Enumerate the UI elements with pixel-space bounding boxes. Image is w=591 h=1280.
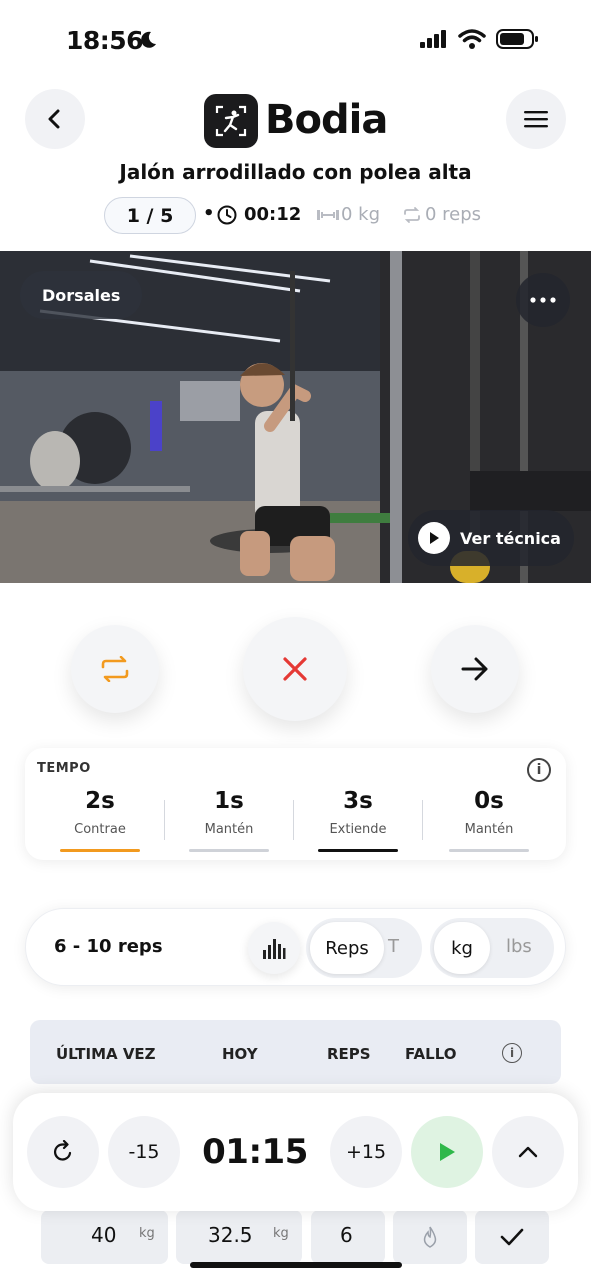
tempo-label: Extiende [329, 822, 387, 837]
mode-toggle[interactable]: Reps T [306, 918, 422, 978]
close-icon [283, 657, 307, 681]
more-options-button[interactable] [516, 273, 570, 327]
tempo-divider [164, 800, 165, 840]
tempo-phase-contract[interactable]: 2s Contrae [40, 788, 160, 837]
weight-total: 0 kg [341, 204, 381, 225]
mode-option-time[interactable]: T [388, 936, 399, 957]
bodia-logo-icon [204, 94, 258, 148]
status-time: 18:56 [66, 26, 144, 55]
tempo-value: 3s [343, 788, 373, 814]
tempo-divider [293, 800, 294, 840]
plus-15-button[interactable]: +15 [330, 1116, 402, 1188]
view-technique-label: Ver técnica [460, 528, 561, 548]
exercise-title: Jalón arrodillado con polea alta [119, 160, 472, 184]
today-weight-input[interactable]: 32.5 kg [176, 1210, 302, 1264]
hamburger-icon [524, 111, 548, 128]
repeat-small-icon [404, 207, 420, 223]
last-weight-cell: 40 kg [41, 1210, 168, 1264]
reps-value: 6 [340, 1223, 353, 1247]
expand-timer-button[interactable] [492, 1116, 564, 1188]
tempo-phase-hold-1[interactable]: 1s Mantén [169, 788, 289, 837]
tempo-value: 0s [474, 788, 504, 814]
menu-button[interactable] [506, 89, 566, 149]
tempo-value: 2s [85, 788, 115, 814]
tempo-label: Mantén [204, 822, 254, 837]
tempo-indicator-hold-1 [189, 849, 269, 852]
today-weight-value: 32.5 [208, 1223, 253, 1247]
muscle-tag[interactable]: Dorsales [20, 271, 143, 319]
back-button[interactable] [25, 89, 85, 149]
chevron-up-icon [518, 1146, 538, 1158]
table-info-icon[interactable]: i [502, 1043, 522, 1063]
col-header-fail: FALLO [405, 1045, 457, 1063]
meta-separator: • [203, 203, 215, 224]
exercise-video[interactable]: Dorsales Ver técnica [0, 251, 591, 583]
unit-option-lbs[interactable]: lbs [506, 936, 532, 957]
minus-15-button[interactable]: -15 [108, 1116, 180, 1188]
elapsed-time: 00:12 [244, 204, 302, 225]
view-technique-button[interactable]: Ver técnica [408, 510, 574, 566]
last-weight-unit: kg [139, 1226, 155, 1241]
bar-chart-icon [263, 939, 286, 959]
last-weight-value: 40 [91, 1223, 117, 1247]
home-indicator [190, 1262, 402, 1268]
reps-total: 0 reps [425, 204, 482, 225]
battery-icon [496, 29, 538, 49]
next-exercise-button[interactable] [431, 625, 519, 713]
reset-timer-button[interactable] [27, 1116, 99, 1188]
tempo-phase-hold-2[interactable]: 0s Mantén [429, 788, 549, 837]
tempo-value: 1s [214, 788, 244, 814]
clock-icon [217, 205, 237, 225]
tempo-divider [422, 800, 423, 840]
moon-icon [141, 31, 156, 48]
refresh-icon [54, 1140, 72, 1161]
tempo-label: Contrae [74, 822, 126, 837]
swap-icon [101, 656, 129, 682]
unit-toggle[interactable]: kg lbs [430, 918, 554, 978]
tempo-phase-extend[interactable]: 3s Extiende [298, 788, 418, 837]
today-weight-unit: kg [273, 1226, 289, 1241]
play-icon [440, 1143, 455, 1161]
reps-input[interactable]: 6 [311, 1210, 385, 1264]
tempo-indicator-hold-2 [449, 849, 529, 852]
tempo-title: TEMPO [37, 761, 91, 776]
rest-timer-display: 01:15 [202, 1132, 308, 1172]
signal-icon [420, 30, 446, 48]
col-header-last: ÚLTIMA VEZ [56, 1045, 156, 1063]
chevron-left-icon [48, 109, 60, 129]
stats-button[interactable] [248, 922, 300, 974]
ellipsis-icon [530, 297, 556, 303]
tempo-info-icon[interactable]: i [527, 758, 551, 782]
set-counter-badge[interactable]: 1 / 5 [104, 197, 196, 234]
unit-option-kg[interactable]: kg [434, 922, 490, 974]
failure-toggle[interactable] [393, 1210, 467, 1264]
col-header-reps: REPS [327, 1045, 371, 1063]
start-timer-button[interactable] [411, 1116, 483, 1188]
tempo-indicator-extend [318, 849, 398, 852]
dumbbell-icon [317, 210, 339, 220]
tempo-label: Mantén [464, 822, 514, 837]
wifi-icon [458, 29, 486, 49]
play-circle-icon [418, 522, 450, 554]
rep-range: 6 - 10 reps [54, 936, 163, 957]
swap-exercise-button[interactable] [71, 625, 159, 713]
app-title: Bodia [265, 97, 388, 143]
complete-set-button[interactable] [475, 1210, 549, 1264]
arrow-right-icon [461, 657, 488, 681]
flame-icon [423, 1226, 437, 1248]
tempo-indicator-contract [60, 849, 140, 852]
mode-option-reps[interactable]: Reps [310, 922, 384, 974]
cancel-button[interactable] [243, 617, 347, 721]
checkmark-icon [500, 1228, 524, 1246]
col-header-today: HOY [222, 1045, 258, 1063]
